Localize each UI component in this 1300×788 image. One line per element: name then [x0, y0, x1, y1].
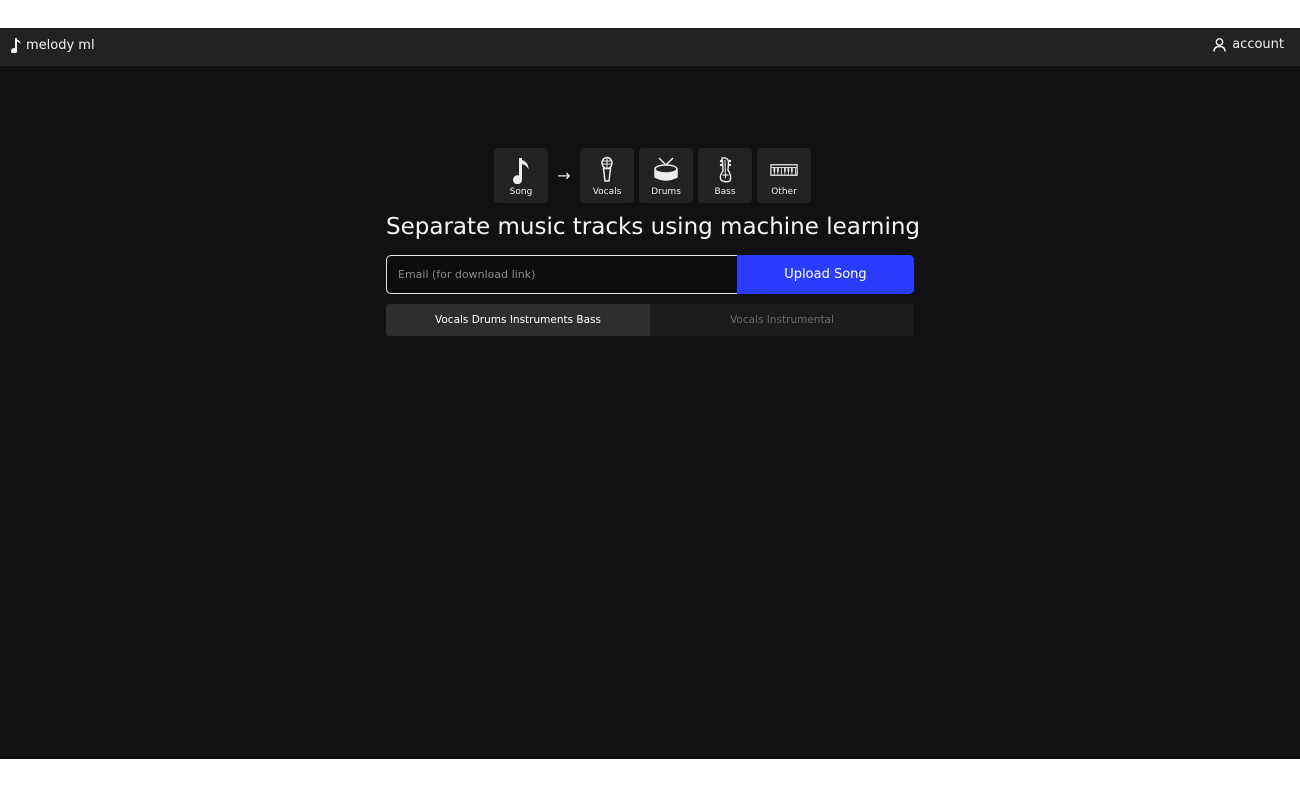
stem-drums[interactable]: Drums	[639, 148, 693, 203]
email-field[interactable]	[386, 255, 739, 294]
user-icon	[1213, 37, 1226, 52]
stem-bass[interactable]: Bass	[698, 148, 752, 203]
upload-form: Upload Song	[386, 255, 914, 294]
music-note-icon	[10, 37, 22, 53]
stem-label: Other	[771, 187, 797, 197]
account-link[interactable]: account	[1213, 37, 1284, 52]
stem-song[interactable]: Song	[494, 148, 548, 203]
bass-guitar-icon	[711, 156, 739, 184]
stem-label: Vocals	[592, 187, 622, 197]
stem-vocals[interactable]: Vocals	[580, 148, 634, 203]
drum-icon	[652, 156, 680, 184]
stem-label: Bass	[714, 187, 736, 197]
mode-option-four-stems[interactable]: Vocals Drums Instruments Bass	[386, 304, 650, 336]
stem-label: Song	[509, 187, 533, 197]
mode-option-two-stems[interactable]: Vocals Instrumental	[650, 304, 914, 336]
stem-other[interactable]: Other	[757, 148, 811, 203]
arrow-right-icon: →	[557, 166, 571, 185]
account-label: account	[1232, 37, 1284, 52]
stem-diagram: Song → Vocals Drums Bass Other	[494, 148, 811, 203]
brand-link[interactable]: melody ml	[10, 37, 95, 53]
brand-name: melody ml	[26, 37, 95, 53]
stem-label: Drums	[651, 187, 681, 197]
music-note-icon	[507, 156, 535, 184]
page-title: Separate music tracks using machine lear…	[386, 214, 921, 240]
top-navbar: melody ml account	[0, 28, 1300, 66]
app-window: melody ml account Song → Vocals Drums Ba…	[0, 28, 1300, 759]
separation-mode-toggle: Vocals Drums Instruments Bass Vocals Ins…	[386, 304, 914, 336]
microphone-icon	[593, 156, 621, 184]
upload-song-button[interactable]: Upload Song	[737, 255, 914, 294]
keyboard-icon	[770, 156, 798, 184]
